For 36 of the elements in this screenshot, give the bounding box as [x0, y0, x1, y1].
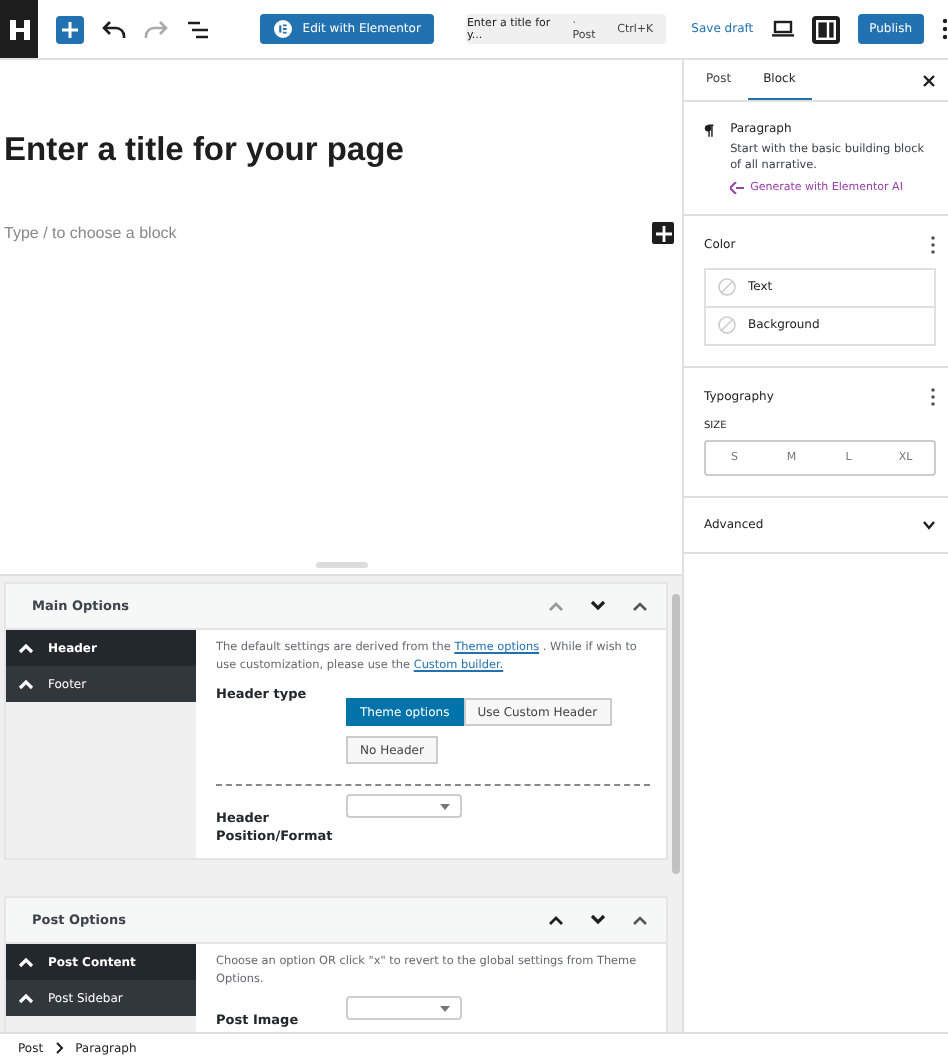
elementor-icon — [274, 20, 293, 38]
chevron-up-icon[interactable] — [632, 600, 648, 612]
site-logo[interactable] — [0, 0, 39, 58]
caret-icon — [440, 1005, 450, 1012]
caret-icon — [440, 803, 450, 810]
chevron-up-icon[interactable] — [632, 914, 648, 927]
more-options-icon[interactable] — [930, 387, 936, 406]
chevron-down-icon[interactable] — [590, 600, 606, 612]
chevron-down-icon[interactable] — [590, 914, 606, 927]
logo-icon — [7, 17, 32, 41]
chevron-up-icon — [18, 992, 34, 1005]
plus-icon — [60, 19, 81, 39]
chevron-up-icon — [18, 642, 34, 654]
add-block-button[interactable] — [652, 222, 674, 244]
page-title-field[interactable]: Enter a title for your page — [4, 132, 682, 170]
plus-icon — [655, 225, 671, 241]
chevron-up-icon[interactable] — [548, 914, 564, 927]
more-options-icon[interactable] — [930, 235, 936, 254]
more-options-icon[interactable] — [942, 18, 948, 40]
chevron-up-icon — [18, 956, 34, 969]
list-view-icon[interactable] — [186, 19, 211, 39]
dropdown-field[interactable] — [346, 794, 462, 819]
close-icon[interactable] — [922, 73, 936, 87]
settings-toggle[interactable] — [811, 15, 840, 43]
chevron-down-icon[interactable] — [922, 519, 936, 530]
paragraph-icon — [704, 122, 715, 140]
chevron-up-icon — [18, 678, 34, 690]
dropdown-field[interactable] — [346, 996, 462, 1021]
chevron-right-icon — [55, 1042, 64, 1054]
laptop-icon[interactable] — [771, 20, 794, 38]
resize-handle[interactable] — [315, 562, 367, 568]
block-placeholder[interactable]: Type / to choose a block — [4, 224, 177, 242]
color-swatch-icon — [718, 316, 736, 335]
undo-icon[interactable] — [102, 19, 127, 39]
sidebar-icon — [815, 19, 836, 39]
color-swatch-icon — [718, 278, 736, 297]
